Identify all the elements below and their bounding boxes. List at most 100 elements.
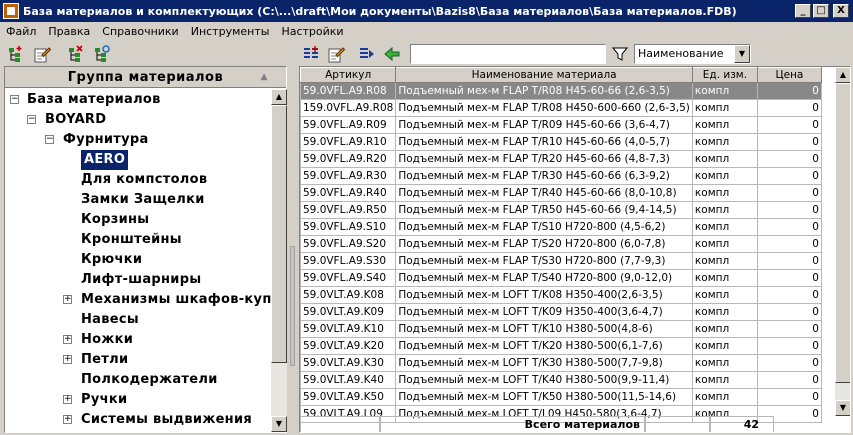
column-header-price[interactable]: Цена (756, 67, 822, 83)
cell-price[interactable]: 0 (756, 354, 822, 372)
table-row[interactable]: 59.0VFL.A9.R30 Подъемный мех-м FLAP T/R30… (300, 167, 822, 185)
delete-group-icon[interactable] (65, 43, 87, 65)
tree-node[interactable]: Механизмы шкафов-купе (81, 290, 271, 310)
cell-unit[interactable]: компл (691, 286, 758, 304)
edit-group-icon[interactable] (31, 43, 53, 65)
cell-price[interactable]: 0 (756, 252, 822, 270)
cell-article[interactable]: 59.0VFL.A9.R09 (300, 116, 397, 134)
cell-name[interactable]: Подъемный мех-м LOFT T/K08 H350-400(2,6-… (395, 286, 693, 304)
column-header-article[interactable]: Артикул (300, 67, 397, 83)
menu-references[interactable]: Справочники (96, 25, 184, 38)
cell-name[interactable]: Подъемный мех-м LOFT T/K10 H380-500(4,8-… (395, 320, 693, 338)
collapse-icon[interactable]: − (27, 115, 36, 124)
edit-material-icon[interactable] (325, 43, 347, 65)
table-row[interactable]: 59.0VLT.A9.K30 Подъемный мех-м LOFT T/K30… (300, 354, 822, 372)
cell-name[interactable]: Подъемный мех-м LOFT T/K30 H380-500(7,7-… (395, 354, 693, 372)
cell-name[interactable]: Подъемный мех-м FLAP T/S40 H720-800 (9,0… (395, 269, 693, 287)
tree-node[interactable]: Полкодержатели (81, 370, 218, 390)
cell-price[interactable]: 0 (756, 116, 822, 134)
cell-unit[interactable]: компл (691, 354, 758, 372)
cell-price[interactable]: 0 (756, 337, 822, 355)
cell-price[interactable]: 0 (756, 269, 822, 287)
table-row[interactable]: 59.0VFL.A9.S30 Подъемный мех-м FLAP T/S30… (300, 252, 822, 270)
chevron-down-icon[interactable]: ▼ (734, 44, 750, 63)
table-row[interactable]: 59.0VFL.A9.R08 Подъемный мех-м FLAP T/R08… (300, 82, 822, 100)
cell-unit[interactable]: компл (691, 337, 758, 355)
group-panel-header[interactable]: Группа материалов ▲ (5, 67, 286, 88)
tree-node[interactable]: База материалов (27, 90, 161, 110)
cell-article[interactable]: 59.0VFL.A9.S10 (300, 218, 397, 236)
cell-price[interactable]: 0 (756, 235, 822, 253)
cell-name[interactable]: Подъемный мех-м FLAP T/R50 H45-60-66 (9,… (395, 201, 693, 219)
cell-article[interactable]: 59.0VFL.A9.R50 (300, 201, 397, 219)
grid-scrollbar[interactable]: ▲ ▼ (835, 67, 850, 416)
cell-unit[interactable]: компл (691, 99, 758, 117)
cell-article[interactable]: 59.0VFL.A9.S40 (300, 269, 397, 287)
cell-article[interactable]: 159.0VFL.A9.R08 (300, 99, 397, 117)
cell-name[interactable]: Подъемный мех-м LOFT T/K40 H380-500(9,9-… (395, 371, 693, 389)
add-group-icon[interactable] (5, 43, 27, 65)
cell-name[interactable]: Подъемный мех-м FLAP T/R30 H45-60-66 (6,… (395, 167, 693, 185)
table-row[interactable]: 59.0VFL.A9.R40 Подъемный мех-м FLAP T/R40… (300, 184, 822, 202)
cell-unit[interactable]: компл (691, 252, 758, 270)
refresh-tree-icon[interactable] (91, 43, 113, 65)
cell-name[interactable]: Подъемный мех-м FLAP T/R10 H45-60-66 (4,… (395, 133, 693, 151)
cell-article[interactable]: 59.0VFL.A9.S30 (300, 252, 397, 270)
cell-article[interactable]: 59.0VFL.A9.R20 (300, 150, 397, 168)
expand-icon[interactable]: + (63, 335, 72, 344)
cell-article[interactable]: 59.0VFL.A9.R30 (300, 167, 397, 185)
collapse-icon[interactable]: − (10, 95, 19, 104)
table-row[interactable]: 59.0VFL.A9.S20 Подъемный мех-м FLAP T/S20… (300, 235, 822, 253)
cell-article[interactable]: 59.0VLT.A9.K10 (300, 320, 397, 338)
table-row[interactable]: 59.0VLT.A9.K50 Подъемный мех-м LOFT T/K50… (300, 388, 822, 406)
cell-name[interactable]: Подъемный мех-м FLAP T/R20 H45-60-66 (4,… (395, 150, 693, 168)
cell-article[interactable]: 59.0VLT.A9.K30 (300, 354, 397, 372)
column-header-name[interactable]: Наименование материала (395, 67, 693, 83)
cell-price[interactable]: 0 (756, 320, 822, 338)
expand-icon[interactable]: + (63, 295, 72, 304)
scroll-up-icon[interactable]: ▲ (271, 89, 287, 105)
column-header-unit[interactable]: Ед. изм. (691, 67, 758, 83)
cell-price[interactable]: 0 (756, 371, 822, 389)
cell-price[interactable]: 0 (756, 184, 822, 202)
tree-node[interactable]: Навесы (81, 310, 139, 330)
cell-unit[interactable]: компл (691, 184, 758, 202)
menu-settings[interactable]: Настройки (275, 25, 349, 38)
cell-name[interactable]: Подъемный мех-м FLAP T/R40 H45-60-66 (8,… (395, 184, 693, 202)
tree-node[interactable]: Корзины (81, 210, 149, 230)
menu-file[interactable]: Файл (0, 25, 42, 38)
cell-price[interactable]: 0 (756, 303, 822, 321)
cell-unit[interactable]: компл (691, 82, 758, 100)
scroll-thumb[interactable] (835, 83, 850, 383)
cell-name[interactable]: Подъемный мех-м FLAP T/R08 H450-600-660 … (395, 99, 693, 117)
table-row[interactable]: 59.0VFL.A9.R09 Подъемный мех-м FLAP T/R09… (300, 116, 822, 134)
tree-node[interactable]: Крючки (81, 250, 142, 270)
cell-article[interactable]: 59.0VLT.A9.K40 (300, 371, 397, 389)
cell-unit[interactable]: компл (691, 388, 758, 406)
cell-name[interactable]: Подъемный мех-м FLAP T/R08 H45-60-66 (2,… (395, 82, 693, 100)
table-row[interactable]: 59.0VLT.A9.K09 Подъемный мех-м LOFT T/K09… (300, 303, 822, 321)
minimize-button[interactable]: _ (795, 4, 811, 18)
cell-name[interactable]: Подъемный мех-м FLAP T/R09 H45-60-66 (3,… (395, 116, 693, 134)
scroll-down-icon[interactable]: ▼ (835, 400, 850, 416)
table-row[interactable]: 59.0VFL.A9.S10 Подъемный мех-м FLAP T/S10… (300, 218, 822, 236)
search-input[interactable] (410, 43, 606, 64)
cell-article[interactable]: 59.0VLT.A9.K50 (300, 388, 397, 406)
tree-node[interactable]: BOYARD (45, 110, 106, 130)
add-material-icon[interactable] (300, 43, 322, 65)
cell-name[interactable]: Подъемный мех-м LOFT T/K20 H380-500(6,1-… (395, 337, 693, 355)
cell-article[interactable]: 59.0VFL.A9.R40 (300, 184, 397, 202)
collapse-icon[interactable]: − (45, 135, 54, 144)
cell-price[interactable]: 0 (756, 201, 822, 219)
cell-article[interactable]: 59.0VLT.A9.K09 (300, 303, 397, 321)
table-row[interactable]: 59.0VFL.A9.R20 Подъемный мех-м FLAP T/R20… (300, 150, 822, 168)
cell-article[interactable]: 59.0VFL.A9.R08 (300, 82, 397, 100)
cell-unit[interactable]: компл (691, 320, 758, 338)
cell-price[interactable]: 0 (756, 218, 822, 236)
cell-article[interactable]: 59.0VFL.A9.S20 (300, 235, 397, 253)
panel-splitter[interactable] (289, 66, 296, 433)
cell-price[interactable]: 0 (756, 150, 822, 168)
tree-node[interactable]: Системы выдвижения (81, 410, 252, 430)
cell-name[interactable]: Подъемный мех-м LOFT T/K09 H350-400(3,6-… (395, 303, 693, 321)
move-material-icon[interactable] (356, 43, 378, 65)
